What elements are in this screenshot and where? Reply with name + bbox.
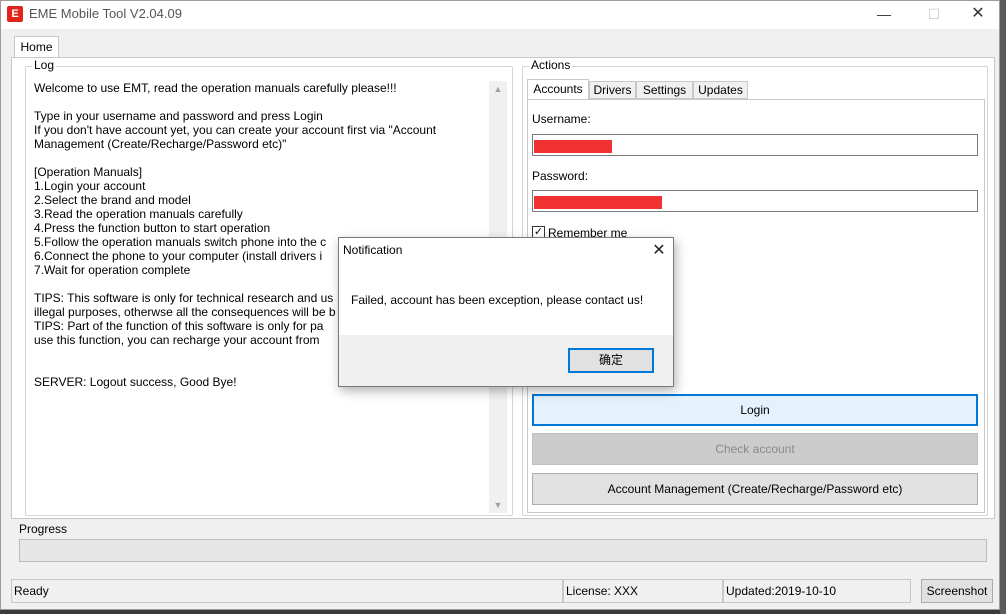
notification-dialog: Notification ✕ Failed, account has been … [338, 237, 674, 387]
minimize-icon[interactable]: — [861, 1, 907, 29]
dialog-close-icon[interactable]: ✕ [647, 240, 671, 262]
progress-bar [19, 539, 987, 562]
close-icon[interactable]: ✕ [955, 1, 1001, 29]
password-input[interactable] [532, 190, 978, 212]
dialog-footer: 确定 [339, 335, 673, 386]
maximize-icon: ☐ [927, 6, 941, 22]
status-bar: Ready License: XXX Updated:2019-10-10 Sc… [1, 577, 999, 609]
username-input[interactable] [532, 134, 978, 156]
check-account-button: Check account [532, 433, 978, 465]
account-management-button[interactable]: Account Management (Create/Recharge/Pass… [532, 473, 978, 505]
tab-accounts[interactable]: Accounts [527, 79, 589, 100]
status-updated: Updated:2019-10-10 [723, 579, 911, 603]
screenshot-button[interactable]: Screenshot [921, 579, 993, 603]
dialog-title: Notification [343, 243, 403, 257]
username-redaction [534, 140, 612, 153]
password-redaction [534, 196, 662, 209]
username-label: Username: [532, 112, 591, 126]
ok-button[interactable]: 确定 [568, 348, 654, 373]
tab-drivers[interactable]: Drivers [589, 81, 636, 99]
tab-settings[interactable]: Settings [636, 81, 693, 99]
background-edge [1000, 0, 1006, 614]
scroll-down-icon[interactable]: ▼ [489, 497, 507, 513]
title-bar[interactable]: E EME Mobile Tool V2.04.09 — ☐ ✕ [1, 1, 999, 29]
actions-group-label: Actions [529, 58, 573, 72]
password-label: Password: [532, 169, 589, 183]
tab-updates[interactable]: Updates [693, 81, 748, 99]
window-title: EME Mobile Tool V2.04.09 [29, 6, 182, 21]
scroll-up-icon[interactable]: ▲ [489, 81, 507, 97]
dialog-message: Failed, account has been exception, plea… [351, 293, 644, 307]
login-button[interactable]: Login [532, 394, 978, 426]
log-group-label: Log [32, 58, 57, 72]
status-state: Ready [11, 579, 563, 603]
tab-home[interactable]: Home [14, 36, 59, 58]
progress-label: Progress [19, 522, 68, 536]
app-logo-icon: E [7, 6, 23, 22]
status-license: License: XXX [563, 579, 723, 603]
